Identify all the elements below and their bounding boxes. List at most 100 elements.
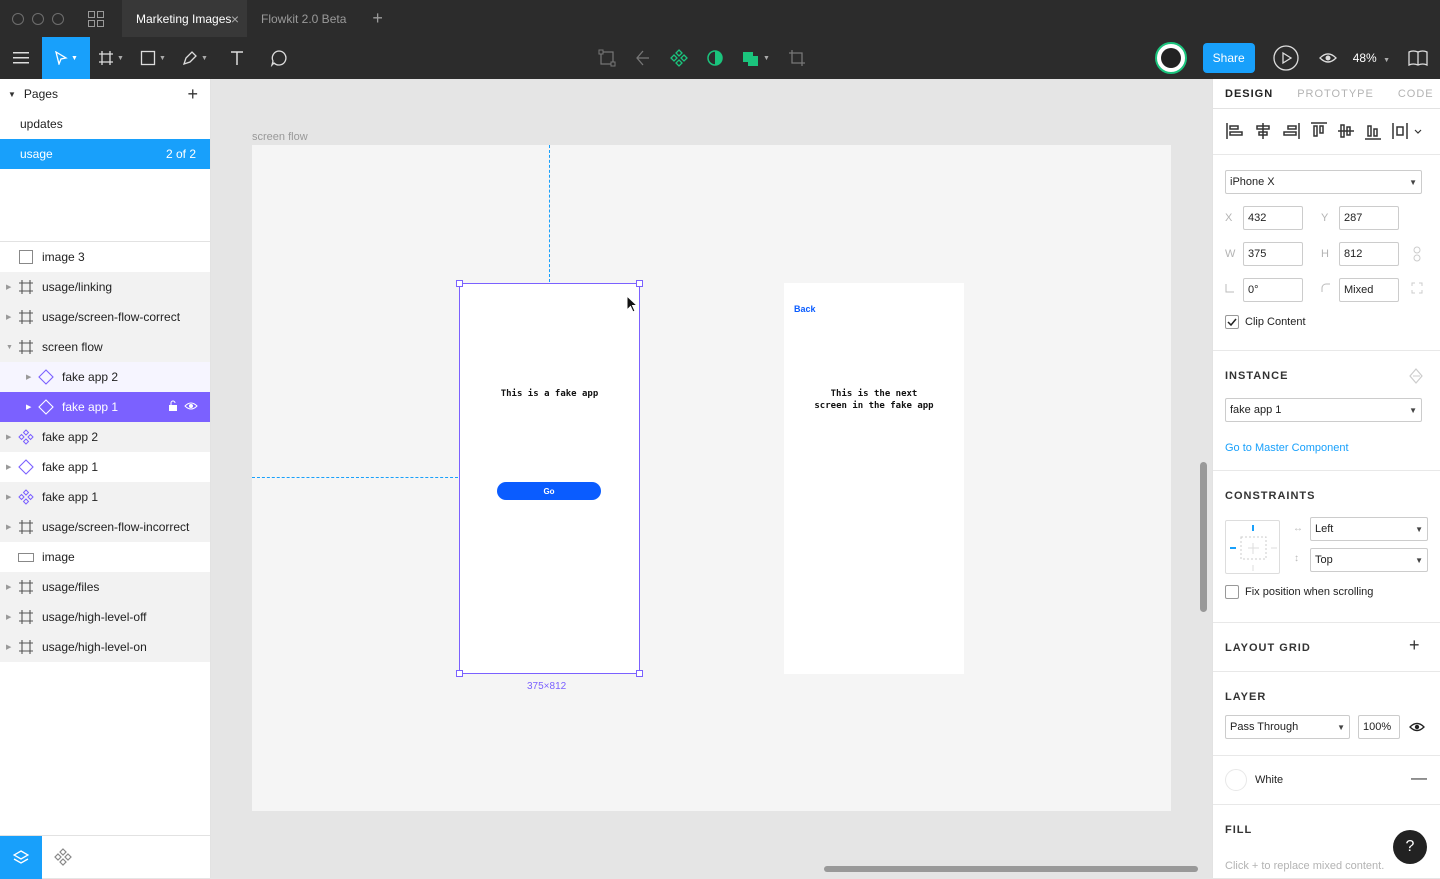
layer-item[interactable]: ▶ fake app 1	[0, 392, 210, 422]
w-input[interactable]: 375	[1243, 242, 1303, 266]
page-item-usage[interactable]: usage 2 of 2	[0, 139, 210, 169]
canvas-scrollbar-horizontal[interactable]	[824, 866, 1198, 872]
visibility-icon[interactable]	[184, 400, 198, 414]
opacity-input[interactable]: 100%	[1358, 715, 1400, 739]
expand-icon[interactable]: ▶	[6, 583, 11, 591]
menu-button[interactable]	[0, 37, 42, 79]
minimize-window-button[interactable]	[32, 12, 44, 25]
layer-item[interactable]: ▶ fake app 1	[0, 452, 210, 482]
resize-handle-tr[interactable]	[636, 280, 643, 287]
transform-icon[interactable]	[598, 49, 616, 67]
expand-icon[interactable]: ▶	[6, 523, 11, 531]
boolean-ops[interactable]: ▼	[742, 49, 770, 67]
layer-item[interactable]: image	[0, 542, 210, 572]
expand-icon[interactable]: ▶	[6, 463, 11, 471]
present-icon[interactable]	[1273, 45, 1299, 71]
tab-marketing-images[interactable]: Marketing Images ×	[122, 0, 247, 37]
grid-icon[interactable]	[88, 10, 104, 27]
expand-icon[interactable]: ▶	[6, 613, 11, 621]
white-swatch[interactable]	[1225, 769, 1247, 791]
layer-item[interactable]: ▶ fake app 2	[0, 422, 210, 452]
layer-item[interactable]: image 3	[0, 242, 210, 272]
library-icon[interactable]	[1408, 49, 1428, 67]
pages-header[interactable]: ▼ Pages +	[0, 79, 210, 109]
fix-position-checkbox[interactable]	[1225, 585, 1239, 599]
new-tab-icon[interactable]: +	[372, 8, 383, 29]
help-button[interactable]: ?	[1393, 830, 1427, 864]
canvas-scrollbar-vertical[interactable]	[1200, 462, 1207, 612]
zoom-level[interactable]: 48% ▼	[1353, 51, 1390, 65]
fake-app-2-screen[interactable]: Back This is the next screen in the fake…	[784, 283, 964, 674]
device-select[interactable]: iPhone X ▼	[1225, 170, 1422, 194]
screen-flow-frame[interactable]	[252, 145, 1171, 811]
collapse-icon[interactable]: ▼	[6, 344, 13, 351]
layer-item[interactable]: ▶ usage/high-level-on	[0, 632, 210, 662]
go-to-master-link[interactable]: Go to Master Component	[1225, 442, 1349, 454]
instance-select[interactable]: fake app 1 ▼	[1225, 398, 1422, 422]
eye-icon[interactable]	[1318, 49, 1337, 67]
canvas[interactable]: screen flow This is a fake app Go 375×81…	[212, 79, 1211, 878]
clip-content-checkbox[interactable]	[1225, 315, 1239, 329]
collapse-icon[interactable]: ▼	[8, 90, 16, 99]
page-item-updates[interactable]: updates	[0, 109, 210, 139]
comment-tool-button[interactable]	[258, 37, 300, 79]
add-page-icon[interactable]: +	[187, 84, 198, 105]
frame-tool-button[interactable]: ▼	[90, 37, 132, 79]
layer-item[interactable]: ▶ fake app 2	[0, 362, 210, 392]
lock-icon[interactable]	[168, 400, 178, 414]
tab-flowkit[interactable]: Flowkit 2.0 Beta	[247, 0, 360, 37]
shape-tool-button[interactable]: ▼	[132, 37, 174, 79]
tab-design[interactable]: DESIGN	[1213, 87, 1286, 100]
back-link[interactable]: Back	[794, 304, 816, 314]
maximize-window-button[interactable]	[52, 12, 64, 25]
h-input[interactable]: 812	[1339, 242, 1399, 266]
layer-item[interactable]: ▶ fake app 1	[0, 482, 210, 512]
close-tab-icon[interactable]: ×	[231, 11, 239, 27]
independent-corners-icon[interactable]	[1411, 282, 1423, 294]
crop-icon[interactable]	[788, 49, 806, 67]
frame-label[interactable]: screen flow	[252, 131, 308, 143]
layer-item[interactable]: ▶ usage/high-level-off	[0, 602, 210, 632]
layers-tab-button[interactable]	[0, 835, 42, 879]
resize-handle-bl[interactable]	[456, 670, 463, 677]
avatar[interactable]	[1154, 42, 1187, 74]
share-button[interactable]: Share	[1202, 43, 1255, 73]
layer-item[interactable]: ▶ usage/files	[0, 572, 210, 602]
expand-icon[interactable]: ▶	[6, 283, 11, 291]
constraints-widget[interactable]	[1225, 520, 1280, 574]
visibility-eye-icon[interactable]	[1409, 720, 1425, 734]
go-to-main-icon[interactable]	[634, 49, 652, 67]
y-input[interactable]: 287	[1339, 206, 1399, 230]
horizontal-constraint-select[interactable]: Left ▼	[1310, 517, 1428, 541]
reset-instance-icon[interactable]	[1407, 367, 1425, 385]
remove-swatch-icon[interactable]: —	[1411, 770, 1427, 788]
corner-radius-input[interactable]: Mixed	[1339, 278, 1399, 302]
expand-icon[interactable]: ▶	[26, 373, 31, 381]
expand-icon[interactable]: ▶	[6, 433, 11, 441]
expand-icon[interactable]: ▶	[6, 313, 11, 321]
blend-mode-select[interactable]: Pass Through ▼	[1225, 715, 1350, 739]
layer-item[interactable]: ▼ screen flow	[0, 332, 210, 362]
alignment-icons[interactable]	[1225, 121, 1425, 141]
layer-item[interactable]: ▶ usage/screen-flow-incorrect	[0, 512, 210, 542]
pen-tool-button[interactable]: ▼	[174, 37, 216, 79]
expand-icon[interactable]: ▶	[6, 643, 11, 651]
rotation-input[interactable]: 0°	[1243, 278, 1303, 302]
vertical-constraint-select[interactable]: Top ▼	[1310, 548, 1428, 572]
add-layout-grid-icon[interactable]: +	[1409, 635, 1420, 656]
tab-code[interactable]: CODE	[1386, 88, 1440, 100]
expand-icon[interactable]: ▶	[26, 403, 31, 411]
expand-icon[interactable]: ▶	[6, 493, 11, 501]
x-input[interactable]: 432	[1243, 206, 1303, 230]
resize-handle-br[interactable]	[636, 670, 643, 677]
component-icon[interactable]	[670, 49, 688, 67]
text-tool-button[interactable]	[216, 37, 258, 79]
mask-icon[interactable]	[706, 49, 724, 67]
components-tab-button[interactable]	[42, 836, 84, 879]
close-window-button[interactable]	[12, 12, 24, 25]
move-tool-button[interactable]: ▼	[42, 37, 90, 79]
tab-prototype[interactable]: PROTOTYPE	[1285, 88, 1386, 100]
resize-handle-tl[interactable]	[456, 280, 463, 287]
layer-item[interactable]: ▶ usage/linking	[0, 272, 210, 302]
constrain-proportions-icon[interactable]	[1412, 246, 1422, 262]
